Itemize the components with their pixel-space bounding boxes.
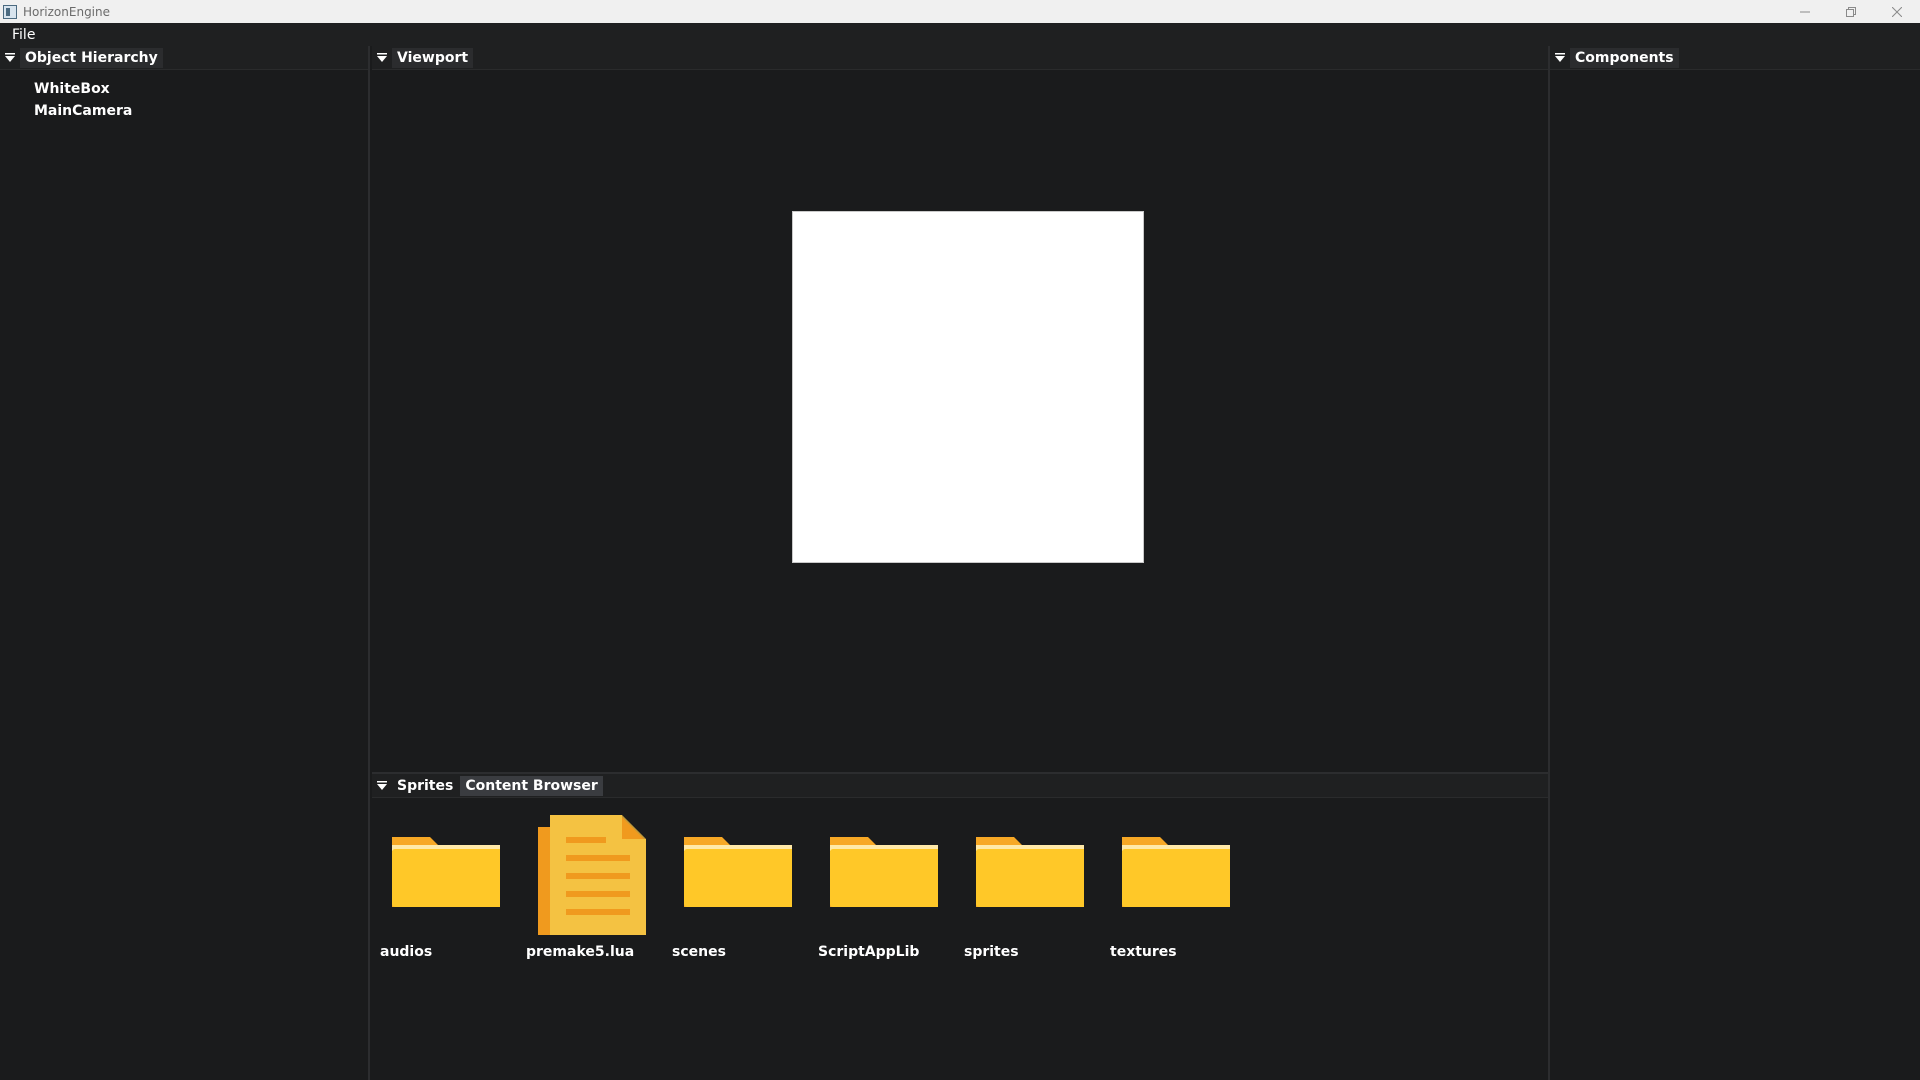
tab-content-browser[interactable]: Content Browser: [460, 775, 603, 796]
hierarchy-item-whitebox[interactable]: WhiteBox: [0, 78, 368, 100]
viewport-header: Viewport: [372, 46, 1548, 70]
content-item-label: scenes: [672, 944, 726, 960]
close-icon: [1892, 6, 1902, 17]
folder-icon: [976, 837, 1084, 907]
content-browser-header: Sprites Content Browser: [372, 774, 1548, 798]
menu-bar: File: [0, 23, 1920, 46]
close-button[interactable]: [1874, 0, 1920, 23]
content-item-label: audios: [380, 944, 433, 960]
folder-icon: [392, 837, 500, 907]
restore-icon: [1846, 6, 1856, 17]
window-title: HorizonEngine: [23, 4, 111, 19]
file-icon: [538, 815, 646, 935]
window-titlebar: HorizonEngine: [0, 0, 1920, 23]
tab-object-hierarchy[interactable]: Object Hierarchy: [20, 47, 163, 68]
content-item-textures[interactable]: textures: [1102, 811, 1242, 961]
content-item-label: ScriptAppLib: [818, 944, 920, 960]
collapse-arrow-icon[interactable]: [0, 46, 20, 70]
content-item-label: sprites: [964, 944, 1019, 960]
object-hierarchy-header: Object Hierarchy: [0, 46, 368, 70]
collapse-arrow-icon[interactable]: [372, 46, 392, 70]
content-browser-grid: audios premake5.lua scenes ScriptAppLib …: [372, 799, 1548, 1079]
content-item-label: premake5.lua: [526, 944, 635, 960]
content-item-sprites[interactable]: sprites: [956, 811, 1096, 961]
app-icon: [3, 4, 17, 19]
folder-icon: [684, 837, 792, 907]
white-box-object[interactable]: [792, 211, 1144, 563]
components-header: Components: [1550, 46, 1920, 70]
object-hierarchy-panel: Object Hierarchy WhiteBox MainCamera: [0, 46, 370, 1080]
menu-file[interactable]: File: [0, 27, 47, 43]
tab-components[interactable]: Components: [1570, 47, 1679, 68]
tab-sprites[interactable]: Sprites: [392, 776, 458, 796]
folder-icon: [830, 837, 938, 907]
content-browser-panel: Sprites Content Browser audios premake5.…: [372, 772, 1548, 1080]
content-item-audios[interactable]: audios: [372, 811, 512, 961]
viewport-panel: Viewport: [372, 46, 1548, 772]
restore-button[interactable]: [1828, 0, 1874, 23]
viewport-canvas[interactable]: [372, 71, 1548, 772]
collapse-arrow-icon[interactable]: [1550, 46, 1570, 70]
content-item-scriptapplib[interactable]: ScriptAppLib: [810, 811, 950, 961]
content-item-label: textures: [1110, 944, 1177, 960]
hierarchy-item-maincamera[interactable]: MainCamera: [0, 100, 368, 122]
content-item-premake5-lua[interactable]: premake5.lua: [518, 811, 658, 961]
minimize-icon: [1800, 11, 1810, 12]
hierarchy-tree: WhiteBox MainCamera: [0, 70, 368, 122]
folder-icon: [1122, 837, 1230, 907]
collapse-arrow-icon[interactable]: [372, 774, 392, 798]
components-panel: Components: [1548, 46, 1920, 1080]
window-controls: [1782, 0, 1920, 23]
content-item-scenes[interactable]: scenes: [664, 811, 804, 961]
minimize-button[interactable]: [1782, 0, 1828, 23]
tab-viewport[interactable]: Viewport: [392, 47, 474, 68]
